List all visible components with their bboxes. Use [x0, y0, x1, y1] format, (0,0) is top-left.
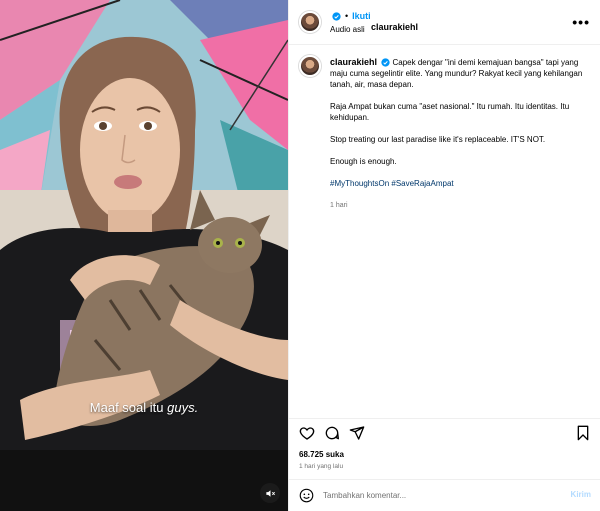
separator-dot: • [345, 11, 349, 21]
verified-badge-icon [381, 58, 390, 68]
caption-first-paragraph: claurakiehl Capek dengar "ini demi kemaj… [330, 57, 595, 90]
caption-body: claurakiehl Capek dengar "ini demi kemaj… [330, 57, 595, 222]
video-player[interactable]: Maaf soal itu guys. [0, 0, 288, 511]
post-date: 1 hari yang lalu [299, 463, 344, 470]
post-actions: 68.725 suka 1 hari yang lalu [289, 418, 600, 478]
more-options-icon[interactable]: ••• [572, 14, 590, 30]
follow-button[interactable]: Ikuti [352, 11, 371, 21]
post-header: claurakiehl • Ikuti Audio asli ••• [289, 0, 600, 45]
caption-hashtags[interactable]: #MyThoughtsOn #SaveRajaAmpat [330, 178, 595, 189]
caption-avatar[interactable] [299, 55, 321, 77]
caption-time-ago: 1 hari [330, 202, 348, 209]
bookmark-icon[interactable] [575, 425, 591, 441]
caption-username[interactable]: claurakiehl [330, 57, 377, 67]
mute-button[interactable] [260, 483, 280, 503]
action-icons [299, 425, 365, 441]
video-frame-image [0, 0, 288, 511]
like-count[interactable]: 68.725 suka [299, 450, 344, 459]
caption-paragraph: Stop treating our last paradise like it'… [330, 135, 546, 144]
speaker-muted-icon [265, 489, 275, 497]
emoji-icon[interactable] [299, 488, 314, 503]
audio-link[interactable]: Audio asli [330, 25, 365, 34]
video-subtitle: Maaf soal itu guys. [89, 400, 199, 415]
verified-badge-icon [332, 11, 341, 21]
comment-input[interactable] [323, 488, 553, 503]
caption-paragraph: Enough is enough. [330, 157, 397, 166]
author-username[interactable]: claurakiehl [371, 22, 418, 32]
comment-icon[interactable] [324, 425, 340, 441]
author-row: claurakiehl • Ikuti [330, 11, 418, 32]
comment-bar: Kirim [289, 479, 600, 511]
share-icon[interactable] [349, 425, 365, 441]
post-panel: claurakiehl • Ikuti Audio asli ••• claur… [288, 0, 600, 511]
post-comment-button[interactable]: Kirim [571, 490, 591, 499]
caption-paragraph: Raja Ampat bukan cuma "aset nasional." I… [330, 102, 570, 122]
heart-icon[interactable] [299, 425, 315, 441]
avatar[interactable] [299, 11, 321, 33]
